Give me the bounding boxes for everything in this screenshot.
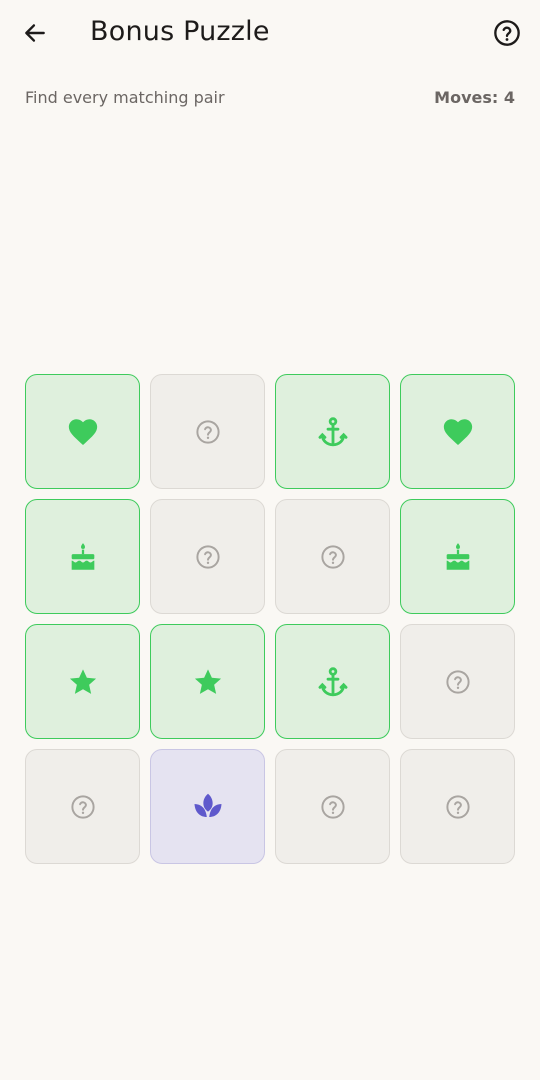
heart-icon: [66, 415, 100, 449]
card-tile-hidden[interactable]: [400, 749, 515, 864]
instructions-text: Find every matching pair: [25, 87, 225, 107]
status-bar: Find every matching pair Moves: 4: [25, 84, 515, 110]
help-circle-icon: [493, 19, 521, 51]
card-tile-matched[interactable]: [25, 374, 140, 489]
card-tile-matched[interactable]: [275, 624, 390, 739]
cake-icon: [441, 540, 475, 574]
anchor-icon: [316, 415, 350, 449]
heart-icon: [441, 415, 475, 449]
question-icon: [320, 794, 346, 820]
card-tile-matched[interactable]: [150, 624, 265, 739]
card-tile-flipped[interactable]: [150, 749, 265, 864]
question-icon: [320, 544, 346, 570]
card-tile-matched[interactable]: [275, 374, 390, 489]
question-icon: [195, 419, 221, 445]
card-tile-matched[interactable]: [400, 374, 515, 489]
back-button[interactable]: [14, 14, 56, 56]
arrow-left-icon: [22, 20, 48, 50]
moves-counter: Moves: 4: [434, 87, 515, 107]
lotus-icon: [190, 789, 226, 825]
card-tile-hidden[interactable]: [275, 499, 390, 614]
star-icon: [67, 666, 99, 698]
card-tile-hidden[interactable]: [25, 749, 140, 864]
card-tile-hidden[interactable]: [400, 624, 515, 739]
card-tile-matched[interactable]: [25, 499, 140, 614]
cake-icon: [66, 540, 100, 574]
star-icon: [192, 666, 224, 698]
card-tile-hidden[interactable]: [150, 499, 265, 614]
card-grid: [25, 374, 515, 864]
page-title: Bonus Puzzle: [90, 16, 270, 47]
help-button[interactable]: [486, 14, 528, 56]
card-tile-hidden[interactable]: [275, 749, 390, 864]
card-tile-matched[interactable]: [25, 624, 140, 739]
card-tile-hidden[interactable]: [150, 374, 265, 489]
question-icon: [195, 544, 221, 570]
card-tile-matched[interactable]: [400, 499, 515, 614]
question-icon: [445, 794, 471, 820]
app-bar: Bonus Puzzle: [0, 0, 540, 70]
question-icon: [70, 794, 96, 820]
anchor-icon: [316, 665, 350, 699]
question-icon: [445, 669, 471, 695]
